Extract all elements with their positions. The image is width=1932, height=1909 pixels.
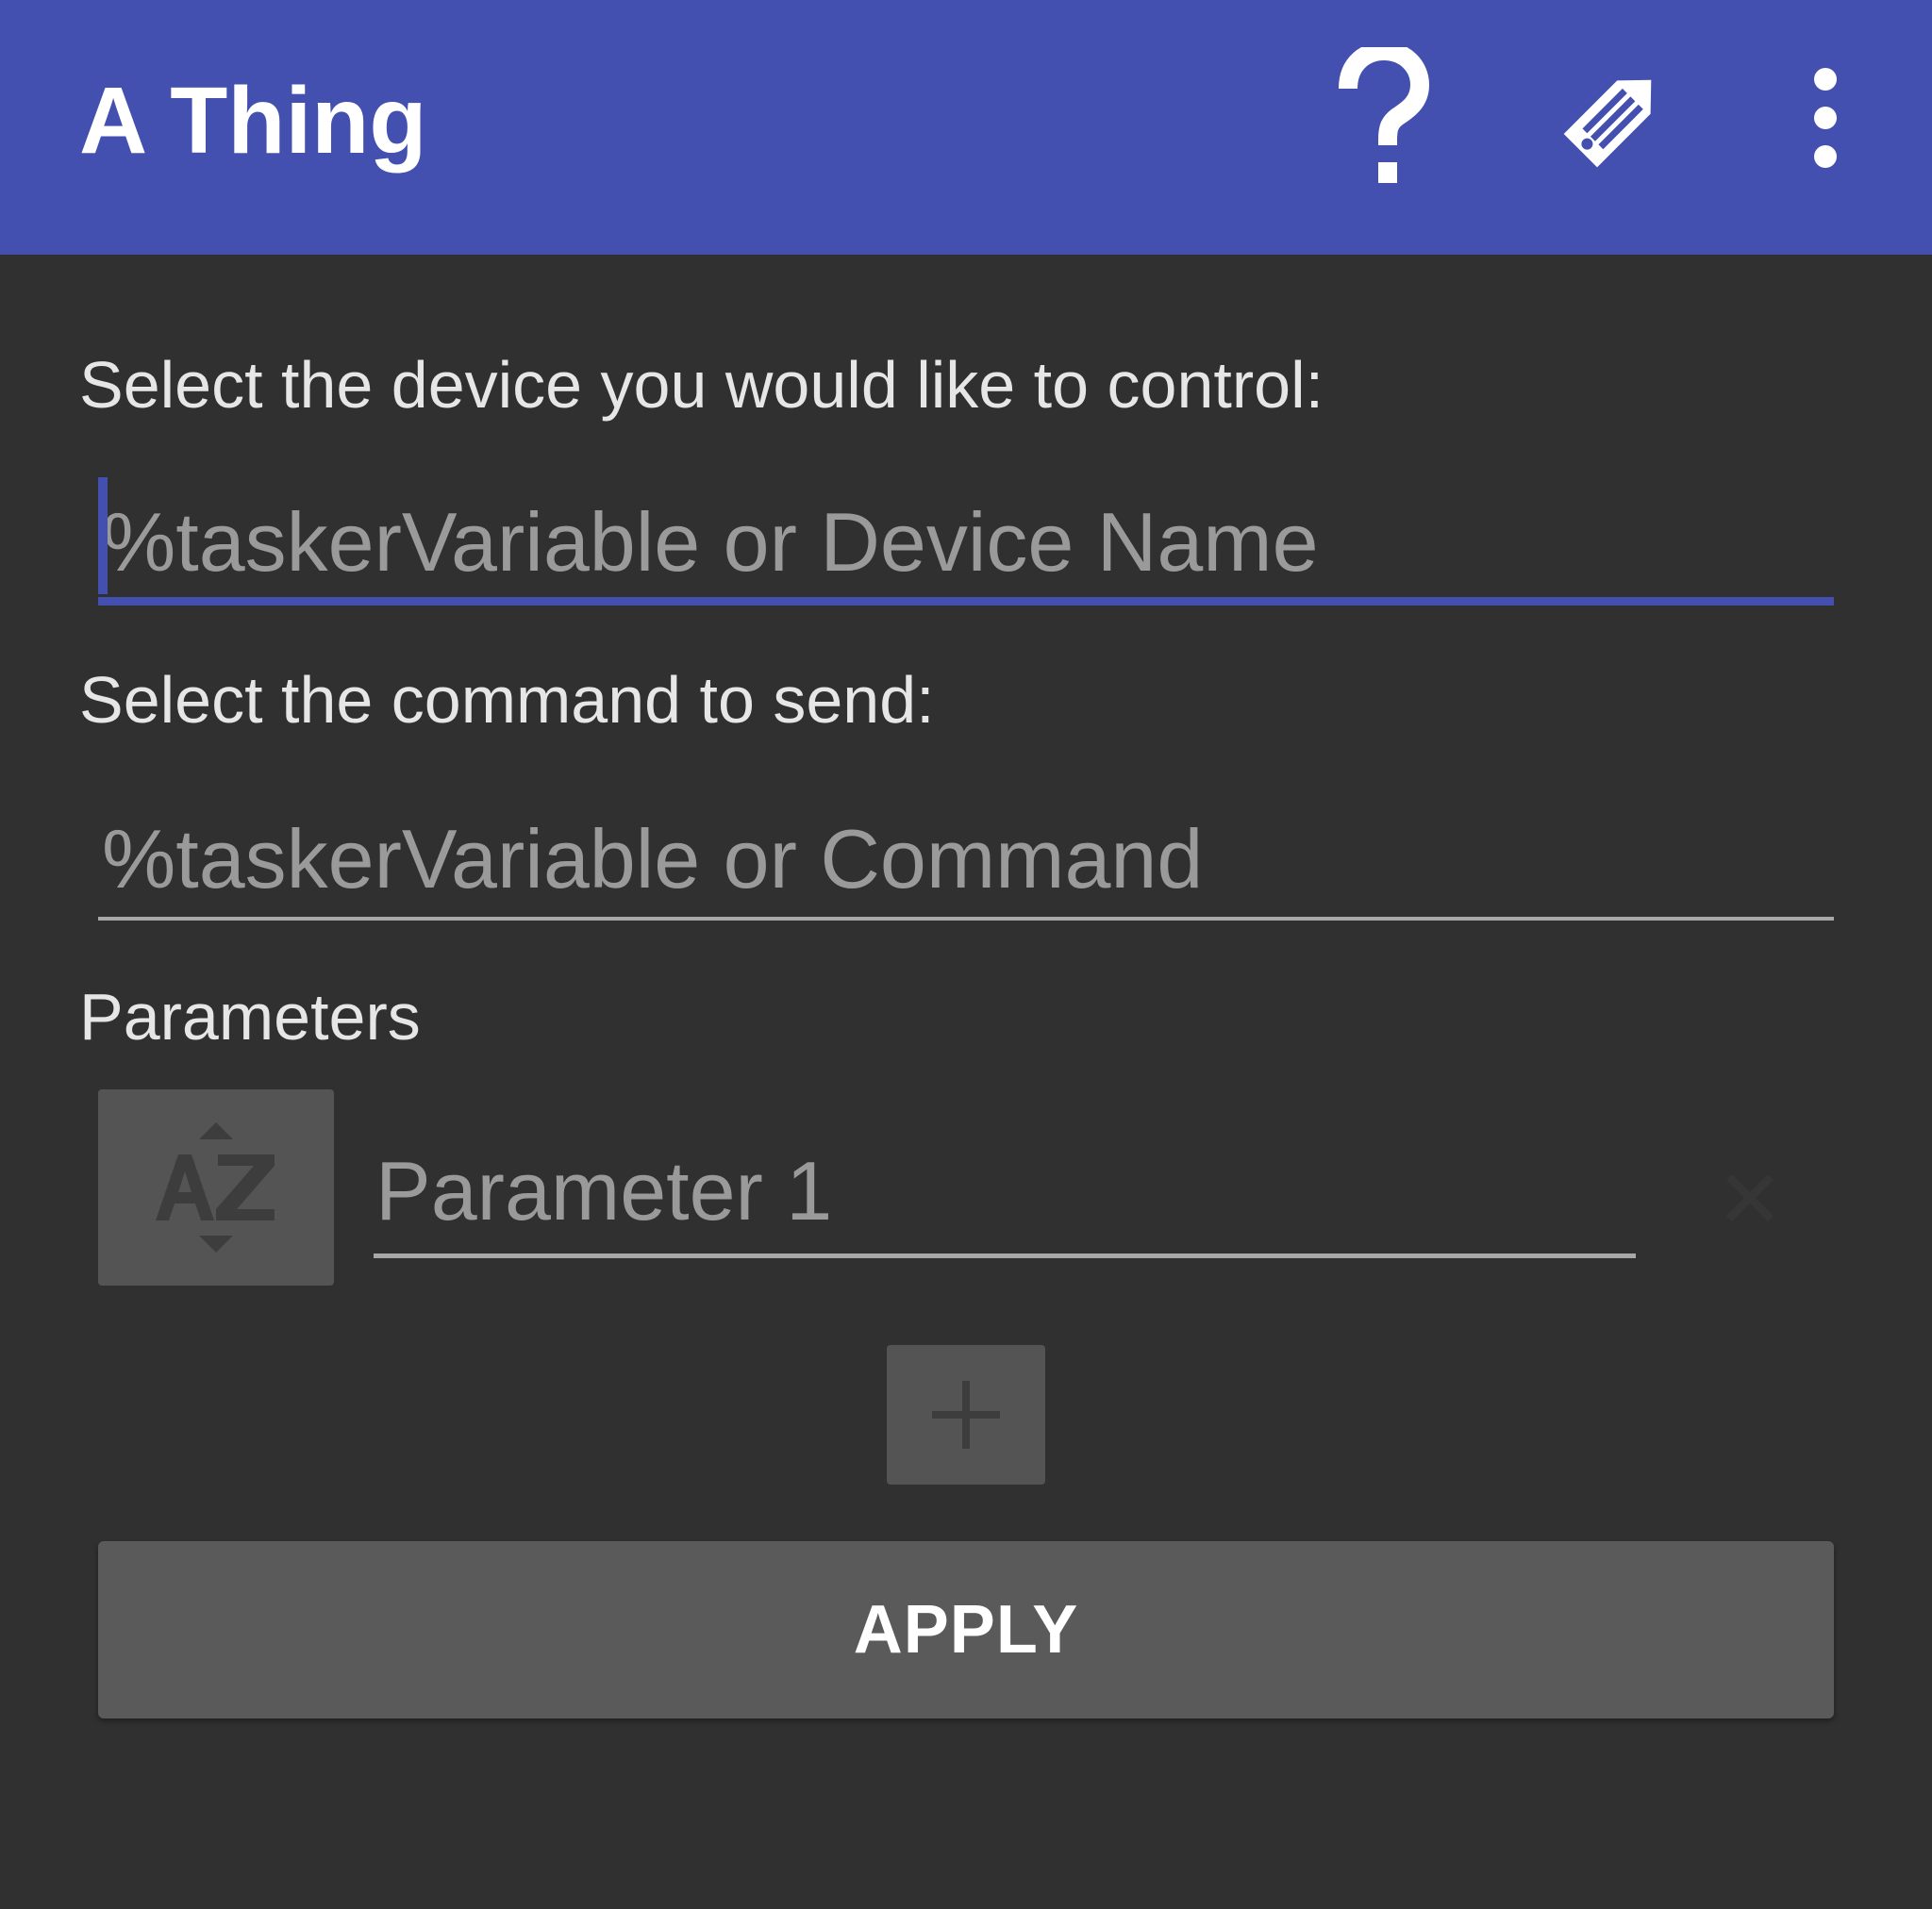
command-input[interactable] <box>98 802 1834 917</box>
command-label: Select the command to send: <box>79 663 935 737</box>
help-icon <box>1339 47 1429 183</box>
add-parameter-button[interactable] <box>887 1345 1045 1485</box>
device-input[interactable] <box>98 487 1834 597</box>
parameters-label: Parameters <box>79 980 421 1054</box>
apply-button[interactable]: APPLY <box>98 1541 1834 1718</box>
app-toolbar: A Thing <box>0 0 1932 255</box>
toolbar-title: A Thing <box>79 68 427 174</box>
az-sort-icon <box>156 1122 275 1253</box>
close-icon <box>1726 1174 1774 1221</box>
device-field <box>98 487 1834 606</box>
edit-icon <box>1563 79 1652 168</box>
parameter-type-button[interactable] <box>98 1089 334 1286</box>
app-screen: A Thing Select the device you would like… <box>0 0 1932 1909</box>
text-cursor <box>98 477 108 594</box>
plus-icon <box>932 1381 1000 1449</box>
parameter-input[interactable] <box>374 1128 1636 1253</box>
parameter-field <box>374 1128 1636 1258</box>
device-label: Select the device you would like to cont… <box>79 348 1324 422</box>
apply-label: APPLY <box>853 1592 1079 1668</box>
remove-parameter-button[interactable] <box>1707 1155 1792 1240</box>
command-field <box>98 802 1834 921</box>
help-button[interactable] <box>1321 38 1443 198</box>
overflow-menu-button[interactable] <box>1774 38 1877 198</box>
more-vert-icon <box>1814 68 1837 168</box>
edit-button[interactable] <box>1538 38 1689 198</box>
